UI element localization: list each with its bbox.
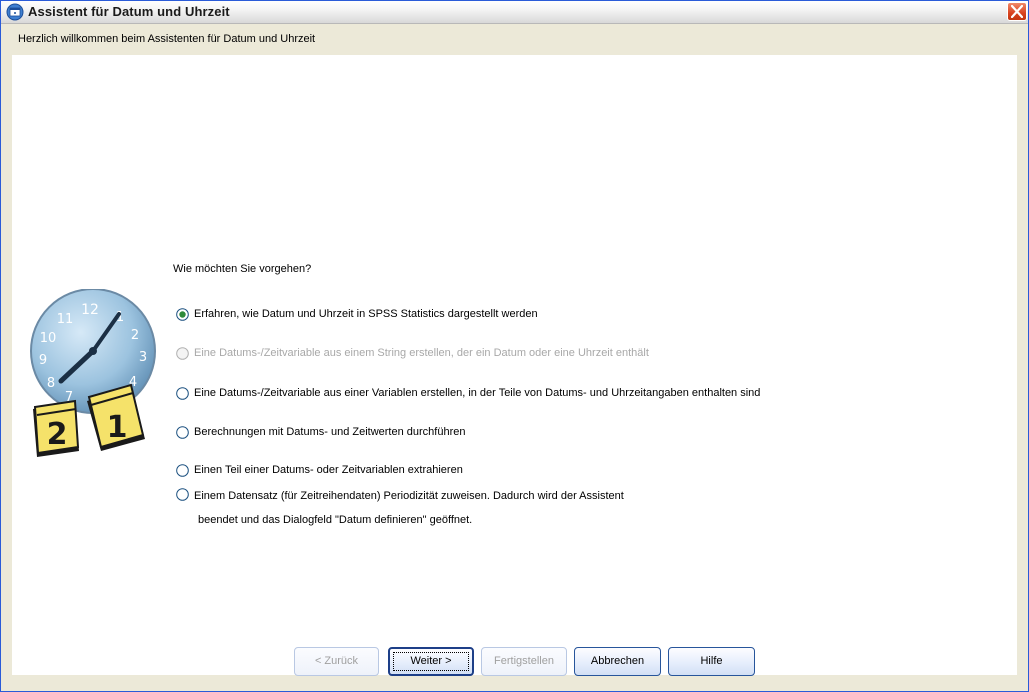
option-label: Einem Datensatz (für Zeitreihendaten) Pe… — [194, 490, 624, 502]
clock-number: 8 — [47, 376, 55, 391]
radio-selected-icon[interactable] — [176, 308, 189, 321]
clock-calendar-graphic: 12 1 2 3 4 5 6 7 8 9 10 11 2 1 — [30, 289, 156, 457]
help-button[interactable]: Hilfe — [668, 647, 755, 676]
option-label: Eine Datums-/Zeitvariable aus einer Vari… — [194, 387, 761, 399]
finish-button[interactable]: Fertigstellen — [481, 647, 567, 676]
radio-icon[interactable] — [176, 464, 189, 477]
welcome-text: Herzlich willkommen beim Assistenten für… — [18, 33, 316, 45]
clock-number: 9 — [39, 353, 47, 368]
radio-icon[interactable] — [176, 488, 189, 501]
window-title: Assistent für Datum und Uhrzeit — [28, 4, 230, 19]
close-icon — [1011, 5, 1023, 18]
radio-disabled-icon — [176, 347, 189, 360]
wizard-window: Assistent für Datum und Uhrzeit Herzlich… — [0, 0, 1029, 692]
calendar-left-number: 2 — [47, 417, 68, 452]
cancel-button[interactable]: Abbrechen — [574, 647, 661, 676]
option-label: Einen Teil einer Datums- oder Zeitvariab… — [194, 464, 463, 476]
next-button[interactable]: Weiter > — [388, 647, 474, 676]
clock-number: 11 — [57, 312, 74, 327]
radio-icon[interactable] — [176, 426, 189, 439]
calendar-right-number: 1 — [107, 410, 128, 445]
clock-number: 3 — [139, 350, 147, 365]
close-button[interactable] — [1007, 2, 1027, 21]
calendar-left-icon: 2 — [33, 399, 80, 457]
focus-rectangle — [393, 652, 469, 671]
clock-number: 10 — [40, 331, 57, 346]
option-label: Berechnungen mit Datums- und Zeitwerten … — [194, 426, 466, 438]
option-label: Eine Datums-/Zeitvariable aus einem Stri… — [194, 347, 649, 359]
clock-number: 2 — [131, 328, 139, 343]
title-bar: Assistent für Datum und Uhrzeit — [1, 1, 1028, 24]
option-label: Erfahren, wie Datum und Uhrzeit in SPSS … — [194, 308, 538, 320]
question-label: Wie möchten Sie vorgehen? — [173, 263, 312, 275]
option-label-continued: beendet und das Dialogfeld "Datum defini… — [198, 514, 473, 526]
clock-number: 12 — [81, 302, 99, 318]
back-button[interactable]: < Zurück — [294, 647, 379, 676]
radio-icon[interactable] — [176, 387, 189, 400]
app-icon — [6, 3, 24, 21]
